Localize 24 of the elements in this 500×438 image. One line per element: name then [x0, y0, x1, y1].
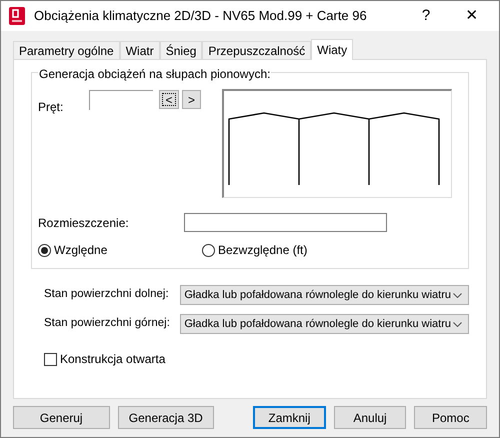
- window-title: Obciążenia klimatyczne 2D/3D - NV65 Mod.99 + Carte 96: [34, 7, 367, 26]
- dropdown[interactable]: Gładka lub pofałdowana równolegle do kierunku wiatru: [180, 314, 469, 334]
- tab[interactable]: Wiaty: [311, 39, 354, 60]
- field-label: Stan powierzchni górnej:: [44, 316, 171, 332]
- tab[interactable]: Parametry ogólne: [13, 41, 120, 59]
- dialog-button[interactable]: Pomoc: [414, 406, 487, 429]
- radio-label: Bezwzględne (ft): [218, 242, 308, 259]
- field-label: Rozmieszczenie:: [38, 214, 130, 232]
- dialog-button[interactable]: Generuj: [13, 406, 110, 429]
- dialog-button[interactable]: Zamknij: [253, 406, 326, 429]
- tab[interactable]: Przepuszczalność: [202, 41, 312, 59]
- field-label: Stan powierzchni dolnej:: [44, 287, 170, 302]
- radio-label: Względne: [54, 242, 108, 259]
- close-button[interactable]: ✕: [449, 1, 495, 31]
- dropdown[interactable]: Gładka lub pofałdowana równolegle do kierunku wiatru: [180, 285, 469, 305]
- dialog-button[interactable]: Anuluj: [334, 406, 406, 429]
- next-button[interactable]: >: [182, 90, 201, 109]
- help-button[interactable]: ?: [403, 1, 449, 31]
- dialog-button[interactable]: Generacja 3D: [118, 406, 214, 429]
- tab[interactable]: Wiatr: [120, 41, 160, 59]
- checkbox-label: Konstrukcja otwarta: [60, 351, 166, 368]
- field-label: Pręt:: [38, 99, 64, 116]
- previous-button[interactable]: <: [159, 90, 179, 109]
- tab[interactable]: Śnieg: [160, 41, 202, 59]
